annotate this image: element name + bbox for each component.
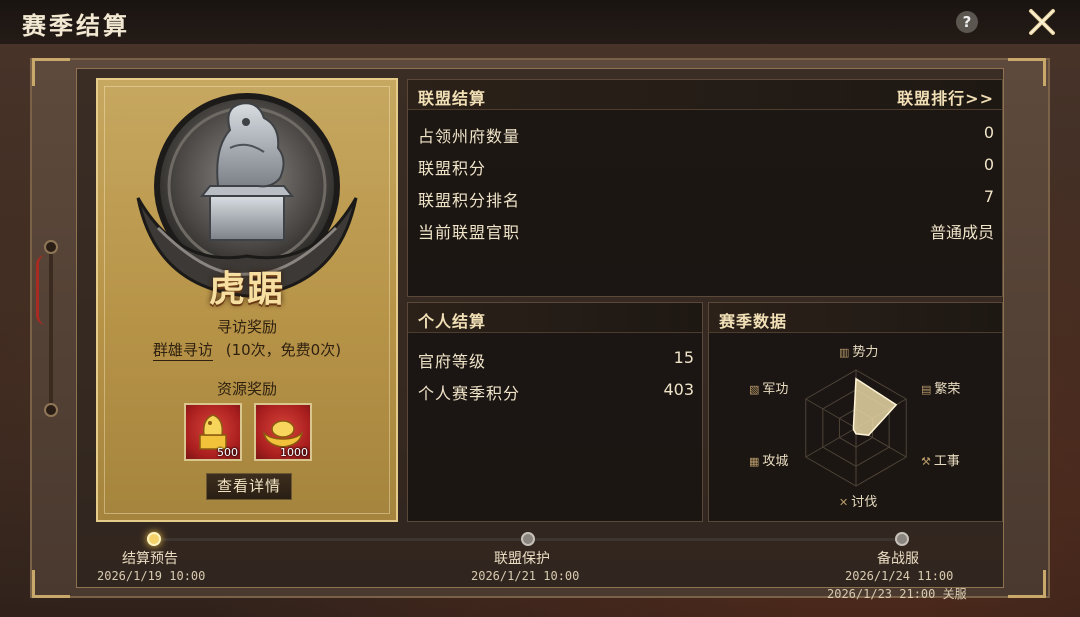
season-data-panel: 赛季数据 ▥ 势力 ▤ 繁荣 ⚒ 工事 ✕ 讨伐 ▦ 攻城 ▧ 军功 [708,302,1003,522]
timeline-dot-settlement [147,532,161,546]
timeline-date: 2026/1/24 11:00 [845,569,954,583]
personal-title: 个人结算 [418,312,487,331]
timeline-label: 备战服 [877,551,919,567]
frame-corner-ornament [32,58,70,86]
help-button[interactable]: ? [956,11,978,33]
alliance-row: 联盟积分 0 [418,155,994,178]
header-bar: 赛季结算 ? [0,0,1080,44]
reward-count: 500 [217,446,238,459]
side-rail-knob [44,240,58,254]
alliance-ranking-link[interactable]: 联盟排行>> [897,85,994,109]
server-close-note: 2026/1/23 21:00 关服 [827,587,967,601]
personal-row: 官府等级 15 [418,348,694,371]
radar-label-campaign: ✕ 讨伐 [839,495,878,510]
side-rail-knob [44,403,58,417]
radar-value-area [852,377,898,437]
visit-reward-row: 群雄寻访 (10次，免费0次) [96,339,398,361]
prosperity-icon: ▤ [921,383,932,396]
alliance-row: 当前联盟官职 普通成员 [418,223,994,242]
radar-label-power: ▥ 势力 [839,345,879,360]
frame-corner-ornament [32,570,70,598]
timeline-dot-prep [895,532,909,546]
hammer-icon: ⚒ [921,455,931,468]
siege-icon: ▦ [749,455,760,468]
reward-item-ingot[interactable]: 1000 [254,403,312,461]
visit-reward-title: 寻访奖励 [216,318,277,336]
close-button[interactable] [1027,7,1057,37]
alliance-row: 联盟积分排名 7 [418,187,994,210]
resource-reward-title: 资源奖励 [216,380,277,398]
power-icon: ▥ [839,346,850,359]
season-title: 赛季数据 [719,312,788,331]
timeline-label: 联盟保护 [494,551,550,567]
personal-row: 个人赛季积分 403 [418,380,694,403]
alliance-row: 占领州府数量 0 [418,123,994,146]
red-cord-decoration [36,255,54,325]
timeline-label: 结算预告 [122,551,178,567]
alliance-settlement-panel: 联盟结算 联盟排行>> 占领州府数量 0 联盟积分 0 联盟积分排名 7 当前联… [407,79,1003,297]
frame-corner-ornament [1008,570,1046,598]
merit-icon: ▧ [749,383,760,396]
alliance-title: 联盟结算 [418,89,487,108]
view-details-button[interactable]: 查看详情 [206,473,292,500]
timeline-date: 2026/1/21 10:00 [471,569,580,583]
reward-count: 1000 [280,446,308,459]
radar-label-prosperity: ▤ 繁荣 [921,382,961,397]
rank-name: 虎踞 [208,268,285,310]
radar-label-siege: ▦ 攻城 [749,454,789,469]
close-icon [1029,9,1055,35]
reward-item-seal[interactable]: 500 [184,403,242,461]
personal-settlement-panel: 个人结算 官府等级 15 个人赛季积分 403 [407,302,703,522]
radar-label-construction: ⚒ 工事 [921,454,960,469]
visit-note: (10次，免费0次) [225,341,342,359]
visit-link[interactable]: 群雄寻访 [152,341,213,361]
timeline-dot-protection [521,532,535,546]
radar-label-merit: ▧ 军功 [749,382,789,397]
timeline-date: 2026/1/19 10:00 [97,569,206,583]
crossed-swords-icon: ✕ [839,496,849,509]
page-title: 赛季结算 [22,11,130,40]
frame-corner-ornament [1008,58,1046,86]
